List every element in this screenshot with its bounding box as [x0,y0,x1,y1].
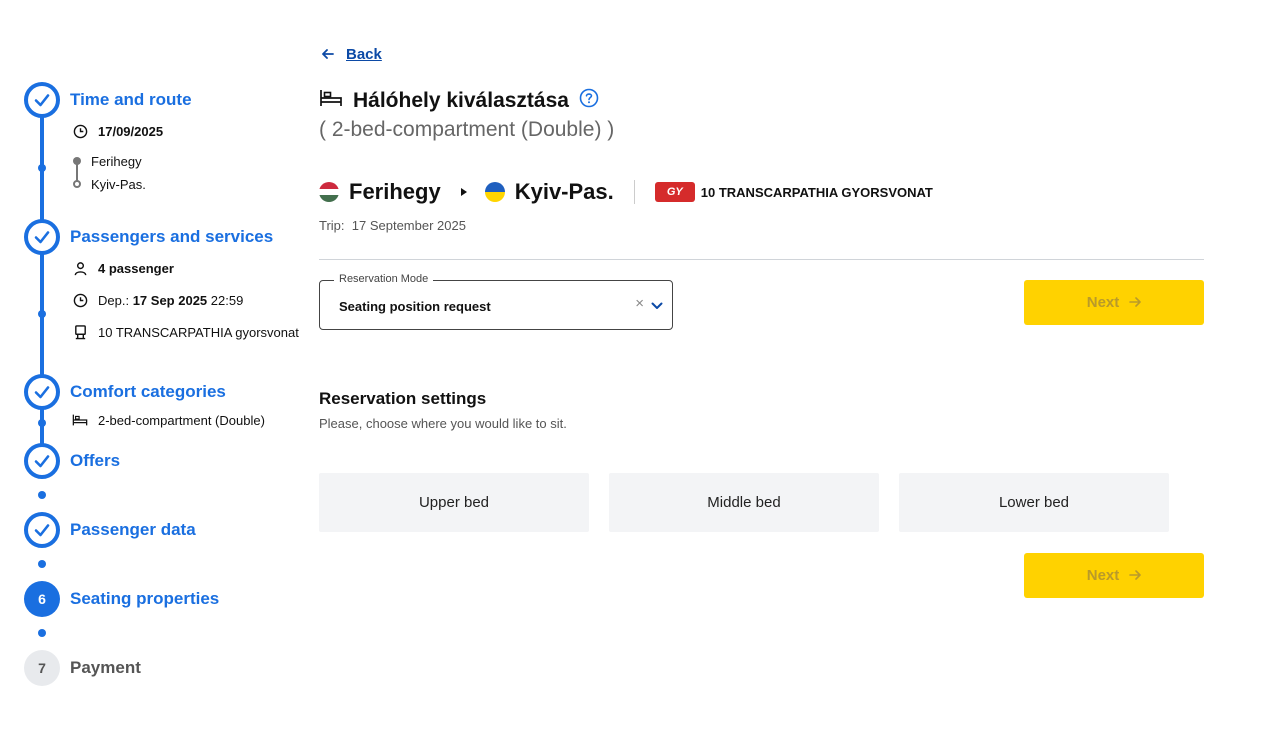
stepper-rail [40,408,44,446]
route-to: Kyiv-Pas. [91,177,146,192]
check-icon [24,443,60,479]
step-train: 10 TRANSCARPATHIA gyorsvonat [72,324,299,340]
upper-bed-option[interactable]: Upper bed [319,473,589,532]
route-summary: Ferihegy Kyiv-Pas. GY 10 TRANSCARPATHIA … [319,177,933,207]
train-seat-icon [72,324,88,340]
hungary-flag-icon [319,182,339,202]
step-time-and-route[interactable]: Time and route [70,90,192,110]
clock-icon [72,292,88,308]
arrow-right-icon [1129,294,1142,311]
stepper-dot [38,419,46,427]
step-seating-properties: Seating properties [70,589,220,608]
middle-bed-option[interactable]: Middle bed [609,473,879,532]
help-icon[interactable] [579,88,599,113]
route-from: Ferihegy [91,154,142,169]
step-payment: Payment [70,658,141,677]
step-offers[interactable]: Offers [70,451,120,471]
trip-date: Trip: 17 September 2025 [319,218,466,233]
clock-icon [72,123,88,139]
stepper-dot [38,629,46,637]
next-button-top[interactable]: Next [1024,280,1204,325]
stepper-dot [38,491,46,499]
chevron-down-icon[interactable] [651,297,663,315]
bed-icon [319,87,343,114]
route-from-station: Ferihegy [349,179,441,204]
lower-bed-option[interactable]: Lower bed [899,473,1169,532]
arrow-left-icon [322,46,334,63]
check-icon [24,512,60,548]
step-passenger-data[interactable]: Passenger data [70,520,196,540]
divider [319,259,1204,260]
next-button-bottom[interactable]: Next [1024,553,1204,598]
page-header: Hálóhely kiválasztása [319,87,599,114]
page-title: Hálóhely kiválasztása [353,88,569,112]
route-arrow-icon [460,188,467,196]
step-number-future: 7 [24,650,60,686]
ukraine-flag-icon [484,182,505,202]
back-link-container[interactable]: Back [322,46,382,63]
step-number-current: 6 [24,581,60,617]
progress-stepper: Time and route 17/09/2025 Ferihegy Kyiv-… [0,0,300,742]
train-name: 10 TRANSCARPATHIA GYORSVONAT [700,184,933,200]
check-icon [24,374,60,410]
train-type-badge: GY [654,182,695,202]
step-comfort-categories[interactable]: Comfort categories [70,382,226,402]
check-icon [24,82,60,118]
person-icon [72,260,88,276]
back-link[interactable]: Back [346,46,382,63]
stepper-dot [38,560,46,568]
reservation-settings-title: Reservation settings [319,389,487,408]
reservation-mode-select[interactable]: Reservation Mode Seating position reques… [319,273,673,330]
step-passenger-count: 4 passenger [72,260,174,276]
clear-icon[interactable]: × [635,295,644,312]
stepper-dot [38,164,46,172]
route-to-station: Kyiv-Pas. [514,179,614,204]
reservation-mode-label: Reservation Mode [334,273,434,285]
page-subtitle: ( 2-bed-compartment (Double) ) [319,118,615,141]
reservation-settings-subtitle: Please, choose where you would like to s… [319,416,567,431]
step-passengers-and-services[interactable]: Passengers and services [70,227,273,247]
step-comfort-detail: 2-bed-compartment (Double) [72,412,265,428]
divider [633,180,635,204]
bed-icon [72,412,88,428]
stepper-dot [38,310,46,318]
check-icon [24,219,60,255]
step-date: 17/09/2025 [72,123,163,139]
reservation-mode-value: Seating position request [339,299,491,314]
arrow-right-icon [1129,567,1142,584]
step-departure: Dep.: 17 Sep 2025 22:59 [72,292,243,308]
